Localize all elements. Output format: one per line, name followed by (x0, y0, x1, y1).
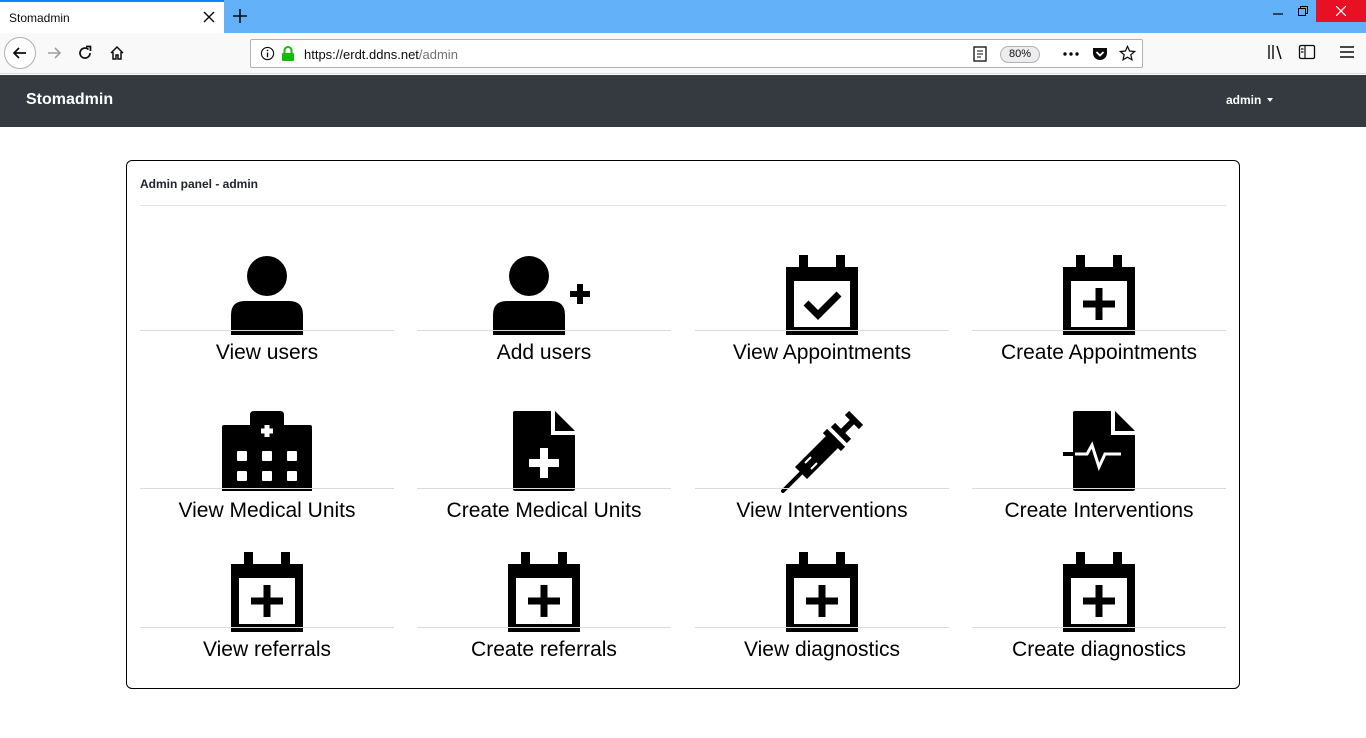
calendar-check-icon (786, 255, 858, 335)
tile-create-appointments[interactable]: Create Appointments (972, 255, 1226, 375)
tile-label: Create Interventions (1004, 499, 1194, 522)
tile-divider (972, 330, 1226, 331)
back-button[interactable] (4, 37, 36, 69)
panel-header: Admin panel - admin (140, 177, 259, 191)
home-button[interactable] (101, 37, 133, 69)
tile-view-medical-units[interactable]: View Medical Units (140, 411, 394, 531)
tile-divider (417, 330, 671, 331)
tile-divider (140, 488, 394, 489)
tile-label: Create referrals (471, 638, 617, 661)
bookmark-star-icon[interactable] (1119, 45, 1136, 62)
arrow-right-icon (48, 47, 62, 59)
hospital-icon (222, 411, 312, 491)
user-dropdown[interactable]: admin (1226, 93, 1274, 107)
calendar-plus-icon (231, 552, 303, 632)
forward-button[interactable] (38, 37, 70, 69)
browser-titlebar: Stomadmin (0, 0, 1366, 33)
close-icon[interactable] (202, 10, 216, 24)
browser-tab[interactable]: Stomadmin (0, 0, 224, 33)
file-medical-icon (513, 411, 575, 491)
app-navbar: Stomadmin admin (0, 75, 1366, 127)
admin-panel-card: Admin panel - admin View users Add users… (126, 160, 1240, 689)
tile-divider (695, 488, 949, 489)
reload-button[interactable] (69, 37, 101, 69)
lock-icon[interactable] (281, 46, 295, 62)
tile-create-referrals[interactable]: Create referrals (417, 552, 671, 672)
tile-label: View Appointments (732, 341, 912, 364)
tile-view-diagnostics[interactable]: View diagnostics (695, 552, 949, 672)
calendar-plus-icon (1063, 255, 1135, 335)
reload-icon (79, 45, 92, 59)
arrow-left-icon (12, 47, 26, 59)
calendar-plus-icon (1063, 552, 1135, 632)
tile-add-users[interactable]: Add users (417, 255, 671, 375)
file-medical-alt-icon (1063, 411, 1135, 491)
reader-view-icon[interactable] (973, 46, 987, 62)
tile-create-diagnostics[interactable]: Create diagnostics (972, 552, 1226, 672)
calendar-plus-icon (786, 552, 858, 632)
tile-label: View Medical Units (178, 499, 356, 522)
tile-view-interventions[interactable]: View Interventions (695, 411, 949, 531)
header-divider (140, 205, 1226, 206)
restore-icon (1298, 6, 1308, 16)
tile-view-referrals[interactable]: View referrals (140, 552, 394, 672)
window-close-button[interactable] (1316, 0, 1366, 22)
url-bar[interactable]: https://erdt.ddns.net/admin 80% (250, 39, 1143, 68)
tile-view-appointments[interactable]: View Appointments (695, 255, 949, 375)
tile-label: View Interventions (736, 499, 908, 522)
home-icon (110, 45, 124, 60)
tile-create-medical-units[interactable]: Create Medical Units (417, 411, 671, 531)
browser-toolbar: https://erdt.ddns.net/admin 80% (0, 33, 1366, 74)
info-icon[interactable] (260, 46, 275, 61)
tile-view-users[interactable]: View users (140, 255, 394, 375)
user-plus-icon (493, 256, 590, 335)
tile-create-interventions[interactable]: Create Interventions (972, 411, 1226, 531)
tile-label: View diagnostics (743, 638, 901, 661)
url-path: /admin (418, 47, 458, 62)
user-name: admin (1226, 93, 1262, 107)
pocket-icon[interactable] (1092, 46, 1108, 62)
caret-down-icon (1267, 98, 1274, 102)
url-text[interactable]: https://erdt.ddns.net/admin (304, 47, 458, 62)
minimize-icon (1273, 13, 1283, 15)
library-icon[interactable] (1267, 43, 1285, 61)
tile-divider (140, 330, 394, 331)
minimize-button[interactable] (1266, 0, 1290, 22)
tile-divider (695, 627, 949, 628)
user-icon (231, 256, 303, 335)
tile-label: View referrals (203, 638, 331, 661)
close-icon (1336, 6, 1346, 16)
syringe-icon (781, 411, 863, 493)
tab-title: Stomadmin (9, 10, 70, 25)
hamburger-menu-icon[interactable] (1339, 43, 1355, 61)
tile-divider (972, 488, 1226, 489)
tile-divider (140, 627, 394, 628)
tile-divider (972, 627, 1226, 628)
more-actions-icon[interactable] (1062, 46, 1080, 62)
new-tab-icon[interactable] (231, 7, 249, 25)
tile-label: View users (215, 341, 319, 364)
calendar-plus-icon (508, 552, 580, 632)
tile-label: Create Appointments (1000, 341, 1198, 364)
url-host: https://erdt.ddns.net (304, 47, 419, 62)
tile-divider (417, 488, 671, 489)
restore-button[interactable] (1291, 0, 1315, 22)
tile-divider (417, 627, 671, 628)
tile-label: Create Medical Units (446, 499, 642, 522)
sidebar-toggle-icon[interactable] (1298, 43, 1316, 61)
zoom-level[interactable]: 80% (1000, 46, 1040, 63)
brand-link[interactable]: Stomadmin (26, 91, 113, 109)
tile-label: Create diagnostics (1012, 638, 1186, 661)
tile-divider (695, 330, 949, 331)
tile-label: Add users (496, 341, 592, 364)
